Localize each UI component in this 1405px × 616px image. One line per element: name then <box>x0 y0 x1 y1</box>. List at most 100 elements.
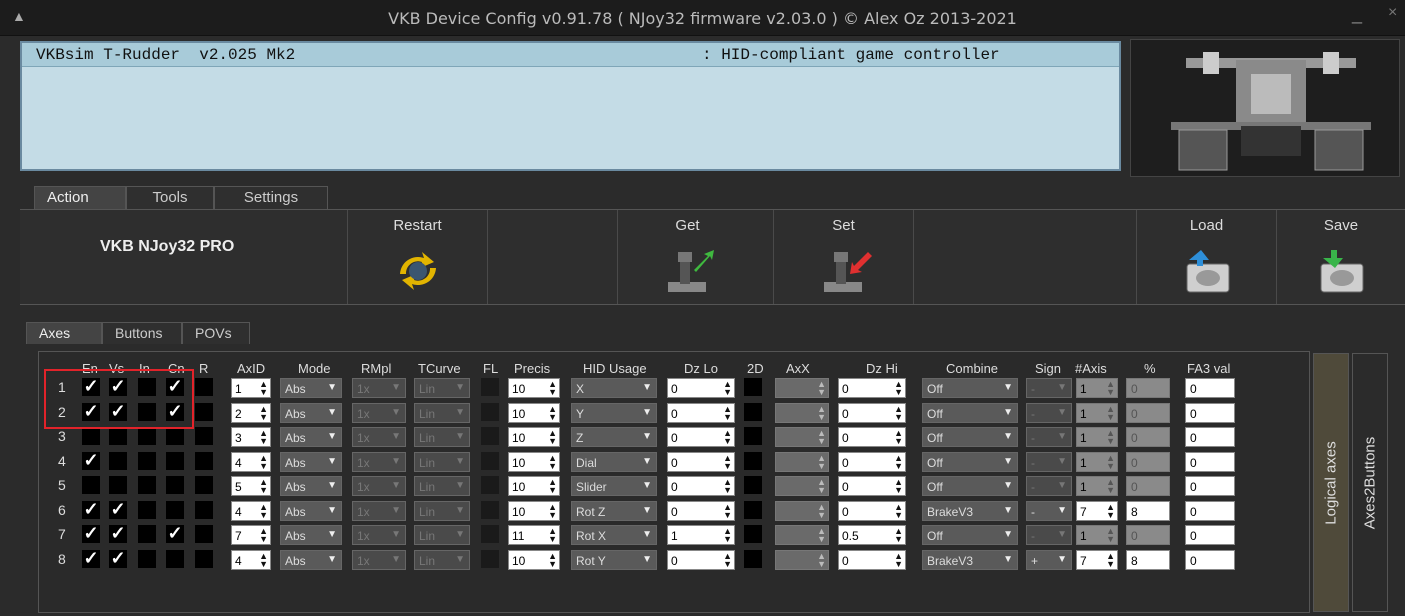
fa3-val-field[interactable]: 0 <box>1185 550 1235 570</box>
combine-dropdown[interactable]: Off ▼ <box>922 476 1018 496</box>
hid-usage-dropdown[interactable]: Rot Z ▼ <box>571 501 657 521</box>
checkbox-in[interactable] <box>138 501 156 519</box>
checkbox-en[interactable]: ✓ <box>82 500 100 519</box>
checkbox-vs[interactable]: ✓ <box>109 500 127 519</box>
sign-dropdown[interactable]: + ▼ <box>1026 550 1072 570</box>
dz-hi-spinner[interactable]: 0 ▲ ▼ <box>838 403 906 423</box>
checkbox-in[interactable] <box>138 525 156 543</box>
2d-checkbox[interactable] <box>744 403 762 421</box>
2d-checkbox[interactable] <box>744 427 762 445</box>
checkbox-r[interactable] <box>195 550 213 568</box>
mode-dropdown[interactable]: Abs ▼ <box>280 501 342 521</box>
precis-spinner[interactable]: 10 ▲ ▼ <box>508 452 560 472</box>
hid-usage-dropdown[interactable]: Slider ▼ <box>571 476 657 496</box>
precis-spinner[interactable]: 10 ▲ ▼ <box>508 403 560 423</box>
checkbox-r[interactable] <box>195 378 213 396</box>
checkbox-en[interactable]: ✓ <box>82 451 100 470</box>
checkbox-in[interactable] <box>138 427 156 445</box>
mode-dropdown[interactable]: Abs ▼ <box>280 550 342 570</box>
checkbox-r[interactable] <box>195 476 213 494</box>
combine-dropdown[interactable]: Off ▼ <box>922 525 1018 545</box>
dz-lo-spinner[interactable]: 0 ▲ ▼ <box>667 403 735 423</box>
dz-lo-spinner[interactable]: 0 ▲ ▼ <box>667 378 735 398</box>
checkbox-en[interactable]: ✓ <box>82 524 100 543</box>
checkbox-vs[interactable]: ✓ <box>109 524 127 543</box>
checkbox-cn[interactable] <box>166 427 184 445</box>
dz-hi-spinner[interactable]: 0 ▲ ▼ <box>838 501 906 521</box>
hid-usage-dropdown[interactable]: X ▼ <box>571 378 657 398</box>
2d-checkbox[interactable] <box>744 550 762 568</box>
axid-spinner[interactable]: 2 ▲ ▼ <box>231 403 271 423</box>
2d-checkbox[interactable] <box>744 525 762 543</box>
mode-dropdown[interactable]: Abs ▼ <box>280 378 342 398</box>
precis-spinner[interactable]: 10 ▲ ▼ <box>508 427 560 447</box>
checkbox-cn[interactable] <box>166 476 184 494</box>
hid-usage-dropdown[interactable]: Y ▼ <box>571 403 657 423</box>
fa3-val-field[interactable]: 0 <box>1185 476 1235 496</box>
dz-hi-spinner[interactable]: 0 ▲ ▼ <box>838 427 906 447</box>
checkbox-cn[interactable]: ✓ <box>166 524 184 543</box>
checkbox-en[interactable]: ✓ <box>82 549 100 568</box>
mode-dropdown[interactable]: Abs ▼ <box>280 452 342 472</box>
2d-checkbox[interactable] <box>744 501 762 519</box>
naxis-spinner[interactable]: 7 ▲ ▼ <box>1076 550 1118 570</box>
combine-dropdown[interactable]: Off ▼ <box>922 452 1018 472</box>
checkbox-cn[interactable] <box>166 452 184 470</box>
combine-dropdown[interactable]: Off ▼ <box>922 403 1018 423</box>
tab-povs[interactable]: POVs <box>182 322 250 344</box>
restart-button[interactable]: Restart <box>347 210 487 304</box>
device-list-item[interactable]: VKBsim T-Rudder v2.025 Mk2 : HID-complia… <box>22 43 1119 67</box>
combine-dropdown[interactable]: BrakeV3 ▼ <box>922 550 1018 570</box>
dz-lo-spinner[interactable]: 0 ▲ ▼ <box>667 550 735 570</box>
checkbox-en[interactable] <box>82 427 100 445</box>
checkbox-vs[interactable] <box>109 452 127 470</box>
load-button[interactable]: Load <box>1136 210 1276 304</box>
mode-dropdown[interactable]: Abs ▼ <box>280 476 342 496</box>
hid-usage-dropdown[interactable]: Dial ▼ <box>571 452 657 472</box>
axid-spinner[interactable]: 3 ▲ ▼ <box>231 427 271 447</box>
fa3-val-field[interactable]: 0 <box>1185 452 1235 472</box>
checkbox-vs[interactable] <box>109 427 127 445</box>
combine-dropdown[interactable]: BrakeV3 ▼ <box>922 501 1018 521</box>
save-button[interactable]: Save <box>1276 210 1405 304</box>
precis-spinner[interactable]: 11 ▲ ▼ <box>508 525 560 545</box>
tab-logical-axes[interactable]: Logical axes <box>1313 353 1349 612</box>
fa3-val-field[interactable]: 0 <box>1185 427 1235 447</box>
combine-dropdown[interactable]: Off ▼ <box>922 378 1018 398</box>
mode-dropdown[interactable]: Abs ▼ <box>280 525 342 545</box>
axid-spinner[interactable]: 4 ▲ ▼ <box>231 501 271 521</box>
precis-spinner[interactable]: 10 ▲ ▼ <box>508 501 560 521</box>
hid-usage-dropdown[interactable]: Rot X ▼ <box>571 525 657 545</box>
axid-spinner[interactable]: 5 ▲ ▼ <box>231 476 271 496</box>
hid-usage-dropdown[interactable]: Rot Y ▼ <box>571 550 657 570</box>
set-button[interactable]: Set <box>773 210 913 304</box>
percent-field[interactable]: 8 <box>1126 501 1170 521</box>
mode-dropdown[interactable]: Abs ▼ <box>280 403 342 423</box>
checkbox-cn[interactable] <box>166 501 184 519</box>
2d-checkbox[interactable] <box>744 452 762 470</box>
combine-dropdown[interactable]: Off ▼ <box>922 427 1018 447</box>
axid-spinner[interactable]: 1 ▲ ▼ <box>231 378 271 398</box>
fa3-val-field[interactable]: 0 <box>1185 525 1235 545</box>
checkbox-in[interactable] <box>138 550 156 568</box>
2d-checkbox[interactable] <box>744 476 762 494</box>
checkbox-r[interactable] <box>195 427 213 445</box>
dz-hi-spinner[interactable]: 0 ▲ ▼ <box>838 476 906 496</box>
percent-field[interactable]: 8 <box>1126 550 1170 570</box>
fa3-val-field[interactable]: 0 <box>1185 501 1235 521</box>
hid-usage-dropdown[interactable]: Z ▼ <box>571 427 657 447</box>
mode-dropdown[interactable]: Abs ▼ <box>280 427 342 447</box>
checkbox-in[interactable] <box>138 476 156 494</box>
checkbox-vs[interactable]: ✓ <box>109 549 127 568</box>
precis-spinner[interactable]: 10 ▲ ▼ <box>508 550 560 570</box>
precis-spinner[interactable]: 10 ▲ ▼ <box>508 476 560 496</box>
device-list[interactable]: VKBsim T-Rudder v2.025 Mk2 : HID-complia… <box>20 41 1121 171</box>
tab-axes2buttons[interactable]: Axes2Buttons <box>1352 353 1388 612</box>
dz-lo-spinner[interactable]: 0 ▲ ▼ <box>667 452 735 472</box>
dz-hi-spinner[interactable]: 0.5 ▲ ▼ <box>838 525 906 545</box>
2d-checkbox[interactable] <box>744 378 762 396</box>
tab-tools[interactable]: Tools <box>126 186 214 210</box>
dz-lo-spinner[interactable]: 1 ▲ ▼ <box>667 525 735 545</box>
precis-spinner[interactable]: 10 ▲ ▼ <box>508 378 560 398</box>
checkbox-en[interactable] <box>82 476 100 494</box>
